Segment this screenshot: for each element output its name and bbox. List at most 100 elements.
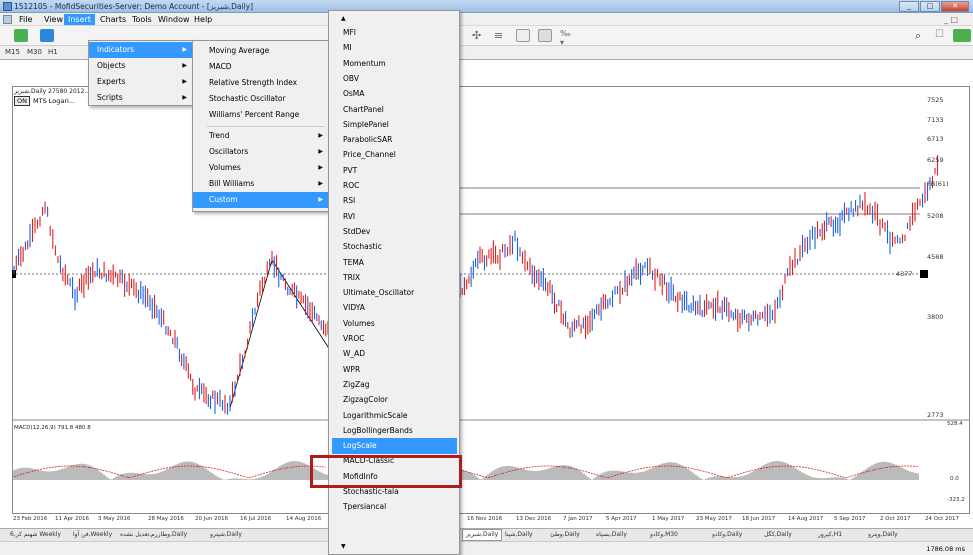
chart-tab[interactable]: شپنا,Daily	[505, 531, 533, 538]
time-label: 2 Oct 2017	[880, 516, 911, 522]
chart-tab[interactable]: کگل,Daily	[764, 531, 792, 538]
fibo-label: FB(61)	[927, 180, 949, 188]
time-label: 24 Oct 2017	[925, 516, 960, 522]
chart-tab-active[interactable]: شبریز,Daily	[462, 529, 503, 541]
price-label: 4377	[896, 270, 913, 278]
time-label: 16 Jul 2016	[240, 516, 272, 522]
time-label: 1 May 2017	[652, 516, 685, 522]
time-label: 23 Feb 2016	[13, 516, 48, 522]
menu-item-experts[interactable]: Experts ▶	[89, 74, 193, 90]
price-label: 4568	[927, 253, 944, 261]
menu-item-custom[interactable]: Custom ▶	[193, 192, 329, 208]
menu-item-indicators[interactable]: Indicators ▶	[89, 42, 193, 58]
zigzag-line	[229, 259, 331, 409]
macd-label: MACD(12,26,9) 791.8 480.8	[14, 425, 91, 431]
chart-tab[interactable]: بسپاه,Daily	[596, 531, 627, 538]
menu-item-vroc[interactable]: VROC	[343, 331, 473, 347]
time-label: 7 Jan 2017	[563, 516, 593, 522]
menu-item-mi[interactable]: MI	[343, 40, 473, 56]
time-label: 18 Jun 2017	[742, 516, 776, 522]
menu-item-parabolicsar[interactable]: ParabolicSAR	[343, 132, 473, 148]
chart-tab[interactable]: وپترو,Daily	[868, 531, 898, 538]
time-label: 23 May 2017	[696, 516, 732, 522]
time-label: 14 Aug 2017	[788, 516, 824, 522]
ea-on-badge: ON	[14, 96, 30, 106]
price-label: 7133	[927, 116, 944, 124]
menu-item-roc[interactable]: ROC	[343, 178, 473, 194]
insert-menu: Indicators ▶ Objects ▶ Experts ▶ Scripts ▶	[88, 40, 194, 106]
menu-item-simplepanel[interactable]: SimplePanel	[343, 117, 473, 133]
menu-item-objects[interactable]: Objects ▶	[89, 58, 193, 74]
macd-scale-label: 0.0	[950, 476, 959, 482]
chart-tab[interactable]: شهنم کر,6 Weekly	[10, 531, 61, 538]
menu-item-stochastic[interactable]: Stochastic Oscillator	[193, 91, 329, 107]
price-label: 2773	[927, 411, 944, 419]
menu-item-rsi[interactable]: Relative Strength Index	[193, 75, 329, 91]
price-marker	[920, 270, 928, 278]
menu-item-moving-average[interactable]: Moving Average	[193, 43, 329, 59]
chart-tab[interactable]: وکادو,M30	[650, 531, 678, 538]
chart-tab[interactable]: فن آوا,Weekly	[73, 531, 112, 538]
menu-item-mfi[interactable]: MFI	[343, 25, 473, 41]
time-label: 5 Sep 2017	[834, 516, 866, 522]
menu-item-ultimate-oscillator[interactable]: Ultimate_Oscillator	[343, 285, 473, 301]
menu-item-logbollingerbands[interactable]: LogBollingerBands	[343, 423, 473, 439]
menu-item-rvi[interactable]: RVI	[343, 209, 473, 225]
menu-item-volumes[interactable]: Volumes ▶	[193, 160, 329, 176]
time-label: 5 Apr 2017	[606, 516, 637, 522]
menu-item-oscillators[interactable]: Oscillators ▶	[193, 144, 329, 160]
chart-symbol-label: شبریز,Daily 27580 2012...	[14, 88, 91, 95]
menu-item-volumes[interactable]: Volumes	[343, 316, 473, 332]
time-label: 13 Dec 2016	[516, 516, 552, 522]
menu-item-tpersiancal[interactable]: Tpersiancal	[343, 499, 473, 515]
time-label: 3 May 2016	[98, 516, 131, 522]
chart-tab[interactable]: وطئ,Daily	[550, 531, 580, 538]
chart-tabs: شهنم کر,6 Weekly فن آوا,Weekly وطازرم,تع…	[0, 528, 973, 541]
status-bar: 1786.08 ms	[0, 541, 973, 555]
menu-item-stddev[interactable]: StdDev	[343, 224, 473, 240]
menu-item-stochastic[interactable]: Stochastic	[343, 239, 473, 255]
price-label: 3800	[927, 313, 944, 321]
time-label: 16 Nov 2016	[467, 516, 503, 522]
macd-scale-label: 528.4	[947, 421, 963, 427]
menu-item-zigzag[interactable]: ZigZag	[343, 377, 473, 393]
menu-item-wpr[interactable]: WPR	[343, 362, 473, 378]
scroll-down-icon[interactable]: ▼	[329, 539, 459, 555]
price-label: 5208	[927, 212, 944, 220]
menu-item-logscale[interactable]: LogScale	[332, 438, 457, 455]
chart-tab[interactable]: کپرور,H1	[818, 531, 842, 538]
ping-status: 1786.08 ms	[926, 545, 965, 553]
menu-item-zigzagcolor[interactable]: ZigzagColor	[343, 392, 473, 408]
menu-item-obv[interactable]: OBV	[343, 71, 473, 87]
ea-name: MTS Logari...	[32, 97, 76, 105]
chart-tab[interactable]: وکادو,Daily	[712, 531, 742, 538]
macd-scale-label: -323.2	[947, 497, 965, 503]
time-label: 14 Aug 2016	[286, 516, 322, 522]
menu-item-trix[interactable]: TRIX	[343, 270, 473, 286]
menu-item-tema[interactable]: TEMA	[343, 255, 473, 271]
menu-item-momentum[interactable]: Momentum	[343, 56, 473, 72]
chart-tab[interactable]: شپترو,Daily	[210, 531, 242, 538]
menu-item-rsi[interactable]: RSI	[343, 193, 473, 209]
time-label: 20 Jun 2016	[195, 516, 229, 522]
menu-item-logarithmicscale[interactable]: LogarithmicScale	[343, 408, 473, 424]
menu-item-price-channel[interactable]: Price_Channel	[343, 147, 473, 163]
menu-item-vidya[interactable]: VIDYA	[343, 300, 473, 316]
price-label: 7525	[927, 96, 944, 104]
chart-tab[interactable]: وطازرم,تعدیل نشده,Daily	[120, 531, 187, 538]
callout-highlight	[310, 455, 462, 488]
menu-item-pvt[interactable]: PVT	[343, 163, 473, 179]
menu-separator	[207, 126, 325, 127]
time-label: 11 Apr 2016	[55, 516, 90, 522]
menu-item-trend[interactable]: Trend ▶	[193, 128, 329, 144]
menu-item-bill-williams[interactable]: Bill Williams ▶	[193, 176, 329, 192]
menu-item-w-ad[interactable]: W_AD	[343, 346, 473, 362]
menu-item-macd[interactable]: MACD	[193, 59, 329, 75]
menu-item-scripts[interactable]: Scripts ▶	[89, 90, 193, 106]
expert-advisor-label: ON MTS Logari...	[14, 96, 75, 106]
price-label: 6259	[927, 156, 944, 164]
menu-item-williams[interactable]: Williams' Percent Range	[193, 107, 329, 123]
menu-item-osma[interactable]: OsMA	[343, 86, 473, 102]
menu-item-chartpanel[interactable]: ChartPanel	[343, 102, 473, 118]
time-label: 28 May 2016	[148, 516, 184, 522]
